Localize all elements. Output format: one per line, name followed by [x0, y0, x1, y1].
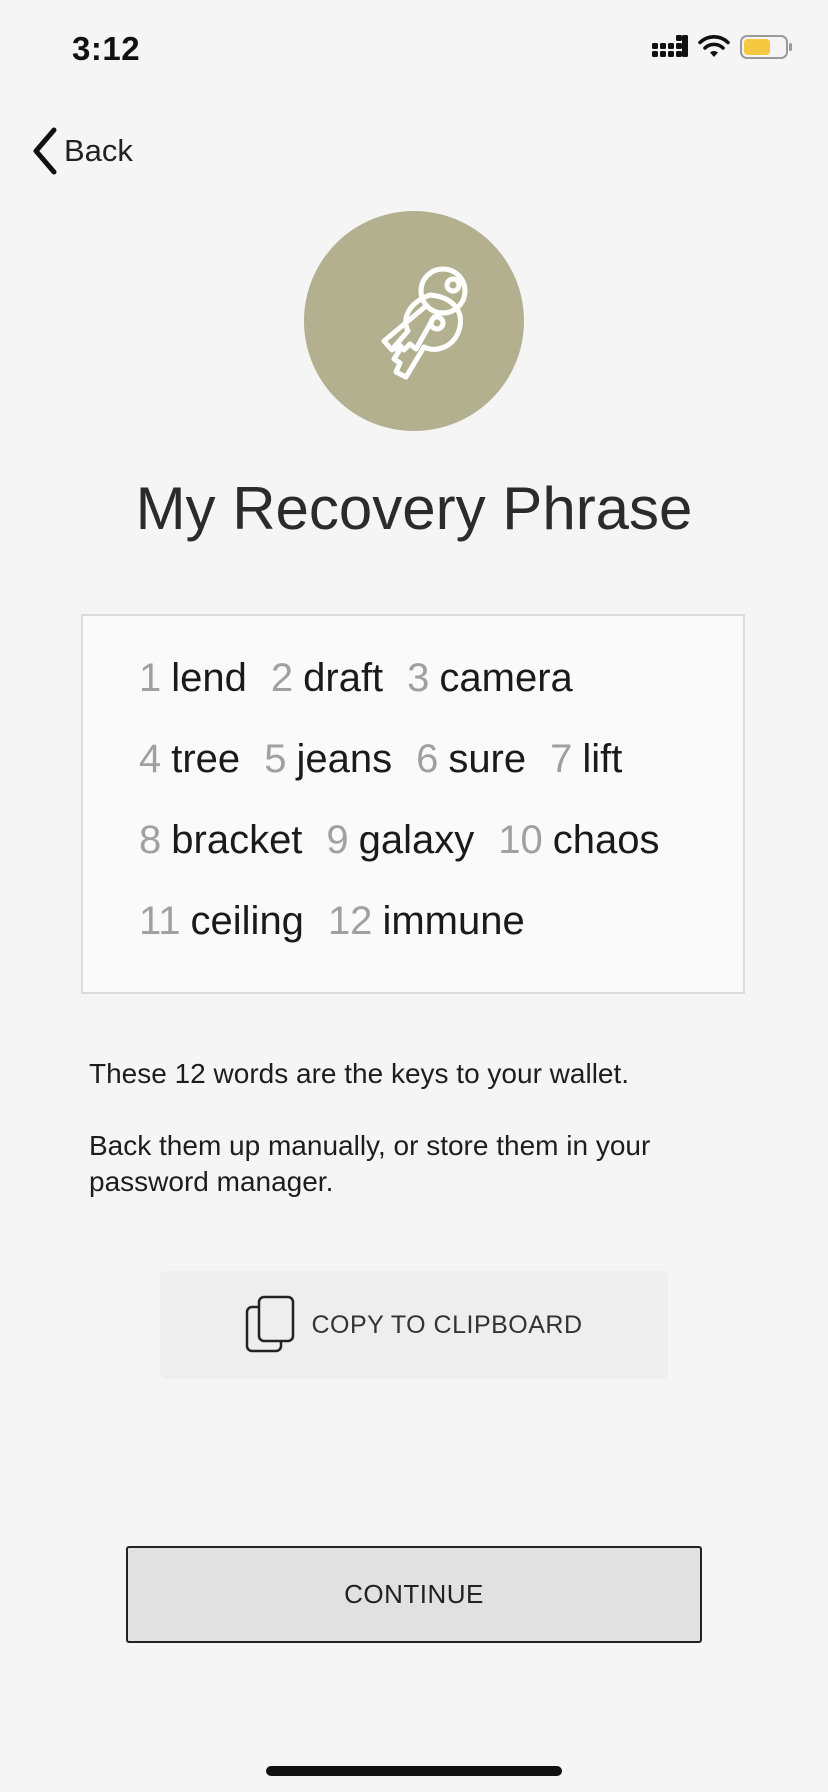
phrase-word: 1 lend [139, 656, 247, 701]
word-text: sure [448, 737, 527, 781]
phrase-word: 4 tree [139, 737, 240, 782]
word-number: 10 [498, 818, 543, 862]
copy-to-clipboard-button[interactable]: COPY TO CLIPBOARD [160, 1271, 668, 1379]
battery-icon [740, 35, 792, 59]
phrase-word: 8 bracket [139, 818, 302, 863]
info-text-keys: These 12 words are the keys to your wall… [89, 1058, 630, 1089]
word-text: bracket [171, 818, 303, 862]
phrase-word: 3 camera [407, 656, 573, 701]
continue-button[interactable]: CONTINUE [126, 1546, 702, 1643]
word-number: 5 [264, 737, 287, 781]
status-bar: 3:12 [0, 0, 828, 100]
signal-icon [652, 35, 688, 57]
phrase-word: 9 galaxy [326, 818, 474, 863]
word-text: galaxy [358, 818, 475, 862]
status-time: 3:12 [72, 30, 141, 67]
word-text: tree [171, 737, 241, 781]
keys-icon-badge [304, 211, 524, 431]
word-number: 11 [139, 899, 181, 943]
word-text: lend [171, 656, 247, 700]
phrase-row: 8 bracket 9 galaxy 10 chaos [139, 818, 743, 899]
keys-icon [381, 266, 468, 380]
home-indicator [266, 1766, 562, 1776]
page-title: My Recovery Phrase [135, 475, 693, 542]
info-text-backup: Back them up manually, or store them in … [89, 1130, 651, 1197]
word-number: 7 [550, 737, 573, 781]
word-text: chaos [552, 818, 660, 862]
chevron-left-icon [33, 127, 57, 175]
wifi-icon [698, 35, 730, 57]
phrase-word: 5 jeans [264, 737, 392, 782]
phrase-row: 4 tree 5 jeans 6 sure 7 lift [139, 737, 743, 818]
phrase-word: 12 immune [328, 899, 525, 944]
phrase-word: 6 sure [416, 737, 526, 782]
word-text: camera [439, 656, 573, 700]
copy-icon [246, 1295, 295, 1353]
word-number: 1 [139, 656, 162, 700]
back-button[interactable]: Back [30, 126, 133, 176]
word-number: 6 [416, 737, 439, 781]
status-icons [652, 34, 794, 60]
phrase-word: 10 chaos [498, 818, 659, 863]
copy-label: COPY TO CLIPBOARD [311, 1310, 583, 1339]
phrase-row: 11 ceiling 12 immune [139, 899, 743, 980]
word-text: immune [382, 899, 525, 943]
phrase-word: 2 draft [271, 656, 383, 701]
word-text: ceiling [190, 899, 304, 943]
word-number: 4 [139, 737, 162, 781]
back-label: Back [64, 133, 133, 168]
phrase-word: 7 lift [550, 737, 622, 782]
word-number: 12 [327, 899, 373, 943]
phrase-row: 1 lend 2 draft 3 camera [139, 656, 743, 737]
word-text: draft [303, 656, 384, 700]
word-number: 3 [407, 656, 430, 700]
word-number: 9 [326, 818, 349, 862]
word-number: 2 [270, 656, 294, 700]
word-number: 8 [139, 818, 162, 862]
word-text: lift [582, 737, 623, 781]
recovery-phrase-box: 1 lend 2 draft 3 camera 4 tree 5 jeans 6 sure … [81, 614, 745, 994]
word-text: jeans [296, 737, 393, 781]
continue-label: CONTINUE [344, 1579, 484, 1609]
phrase-word: 11 ceiling [139, 899, 304, 944]
